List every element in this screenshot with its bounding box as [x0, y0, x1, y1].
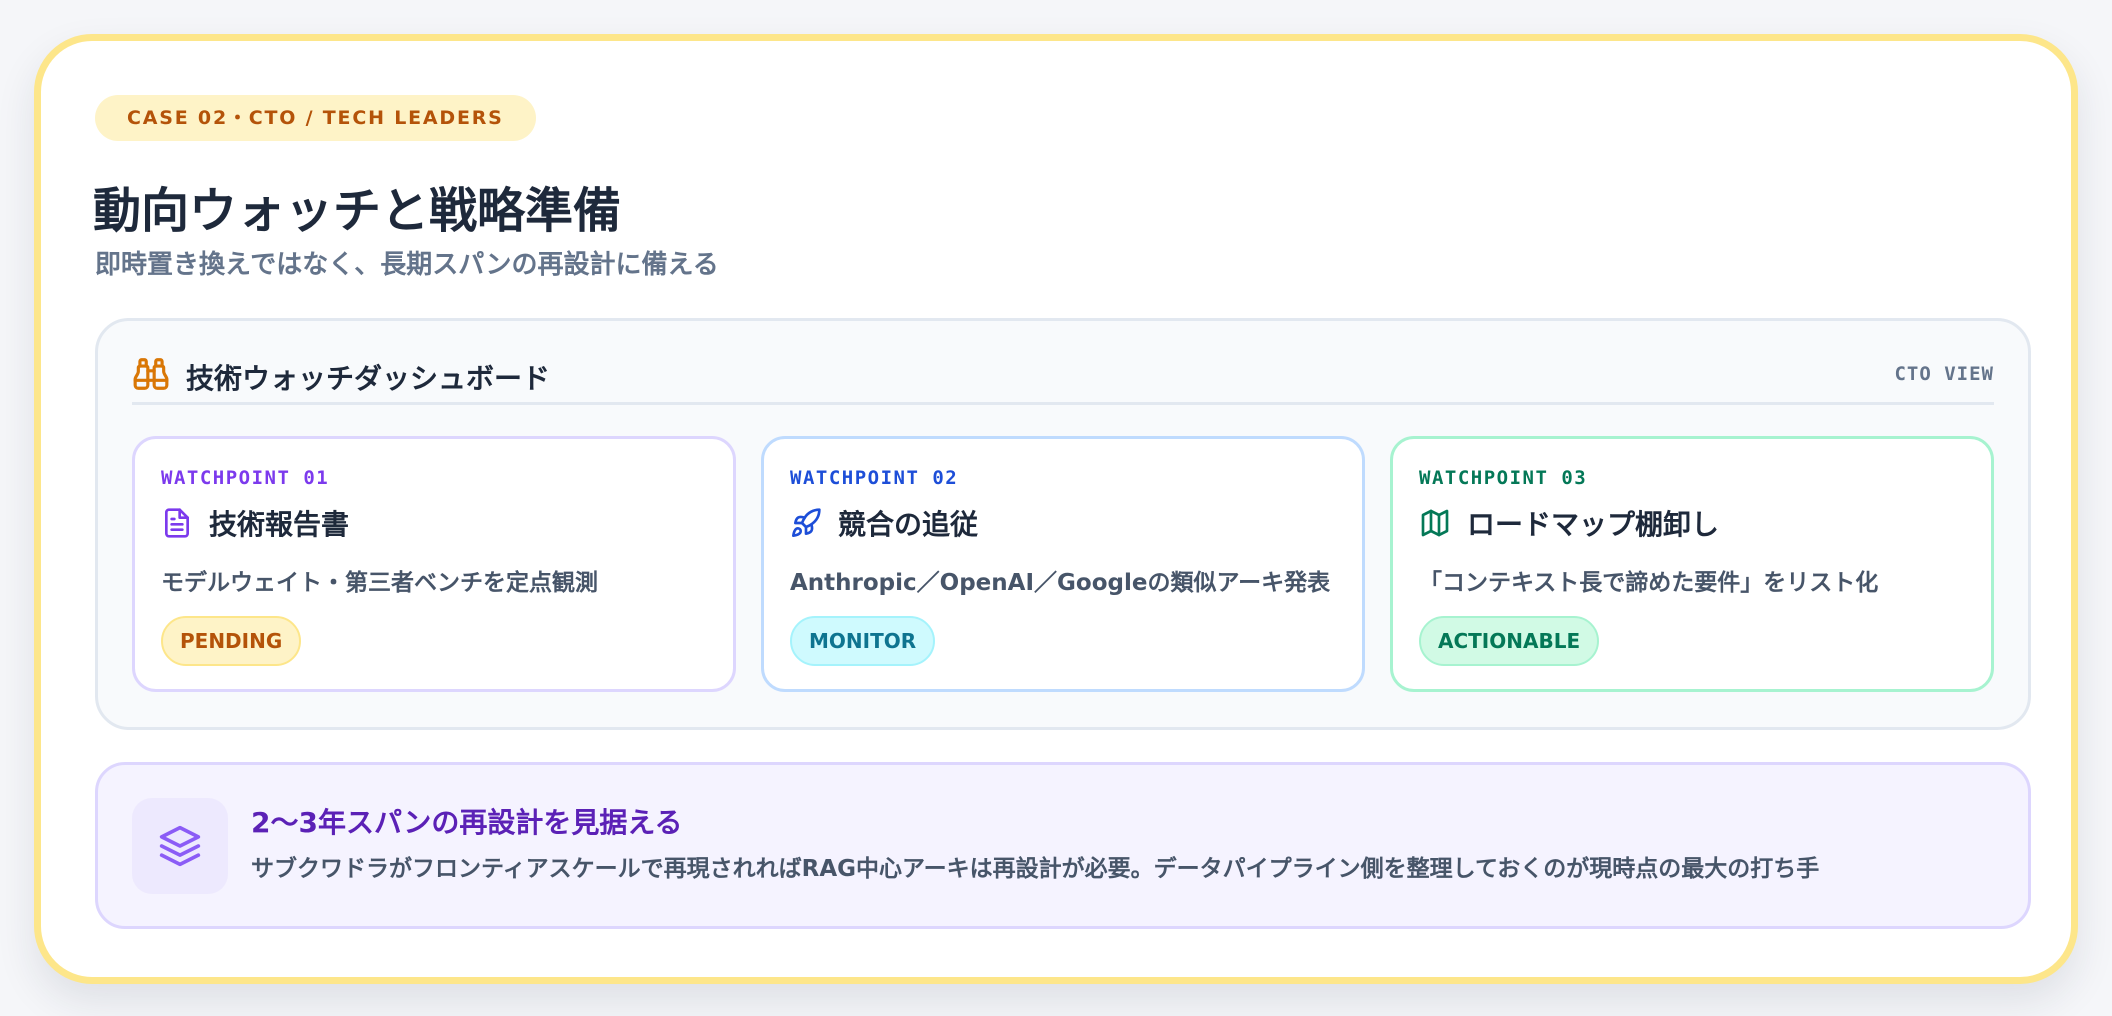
- status-badge-monitor: MONITOR: [790, 616, 936, 666]
- tech-watch-dashboard: 技術ウォッチダッシュボード CTO VIEW WATCHPOINT 01 技術報…: [95, 318, 2031, 730]
- dashboard-view-label: CTO VIEW: [1894, 363, 1994, 385]
- map-icon: [1421, 509, 1449, 537]
- layers-icon: [159, 825, 201, 867]
- watchpoint-description: 「コンテキスト長で諦めた要件」をリスト化: [1419, 570, 1879, 596]
- page-title: 動向ウォッチと戦略準備: [93, 183, 622, 239]
- watchpoint-description: モデルウェイト・第三者ベンチを定点観測: [161, 570, 598, 596]
- watchpoint-card-03: WATCHPOINT 03 ロードマップ棚卸し 「コンテキスト長で諦めた要件」を…: [1390, 436, 1994, 692]
- watchpoint-label: WATCHPOINT 01: [161, 467, 330, 489]
- insight-text: サブクワドラがフロンティアスケールで再現されればRAG中心アーキは再設計が必要。…: [251, 856, 1820, 882]
- watchpoint-title: 技術報告書: [209, 508, 350, 541]
- watchpoint-label: WATCHPOINT 03: [1419, 467, 1588, 489]
- document-icon: [165, 508, 189, 538]
- insight-callout: 2〜3年スパンの再設計を見据える サブクワドラがフロンティアスケールで再現されれ…: [95, 762, 2031, 929]
- insight-title: 2〜3年スパンの再設計を見据える: [251, 806, 683, 839]
- watchpoint-card-01: WATCHPOINT 01 技術報告書 モデルウェイト・第三者ベンチを定点観測 …: [132, 436, 736, 692]
- status-badge-actionable: ACTIONABLE: [1419, 616, 1600, 666]
- page-subtitle: 即時置き換えではなく、長期スパンの再設計に備える: [95, 250, 719, 280]
- insight-icon-box: [132, 798, 228, 894]
- watchpoint-title: 競合の追従: [838, 508, 979, 541]
- status-badge-pending: PENDING: [161, 616, 302, 666]
- watchpoint-label: WATCHPOINT 02: [790, 467, 959, 489]
- case-badge: CASE 02・CTO / TECH LEADERS: [95, 95, 536, 141]
- dashboard-header: 技術ウォッチダッシュボード CTO VIEW: [132, 355, 1994, 405]
- watchpoint-description: Anthropic／OpenAI／Googleの類似アーキ発表: [790, 570, 1331, 596]
- dashboard-title: 技術ウォッチダッシュボード: [186, 362, 551, 395]
- watchpoint-title: ロードマップ棚卸し: [1467, 508, 1720, 541]
- case-card: CASE 02・CTO / TECH LEADERS 動向ウォッチと戦略準備 即…: [34, 34, 2078, 984]
- watchpoint-card-02: WATCHPOINT 02 競合の追従 Anthropic／OpenAI／Goo…: [761, 436, 1365, 692]
- binoculars-icon: [133, 358, 169, 390]
- rocket-icon: [792, 508, 821, 537]
